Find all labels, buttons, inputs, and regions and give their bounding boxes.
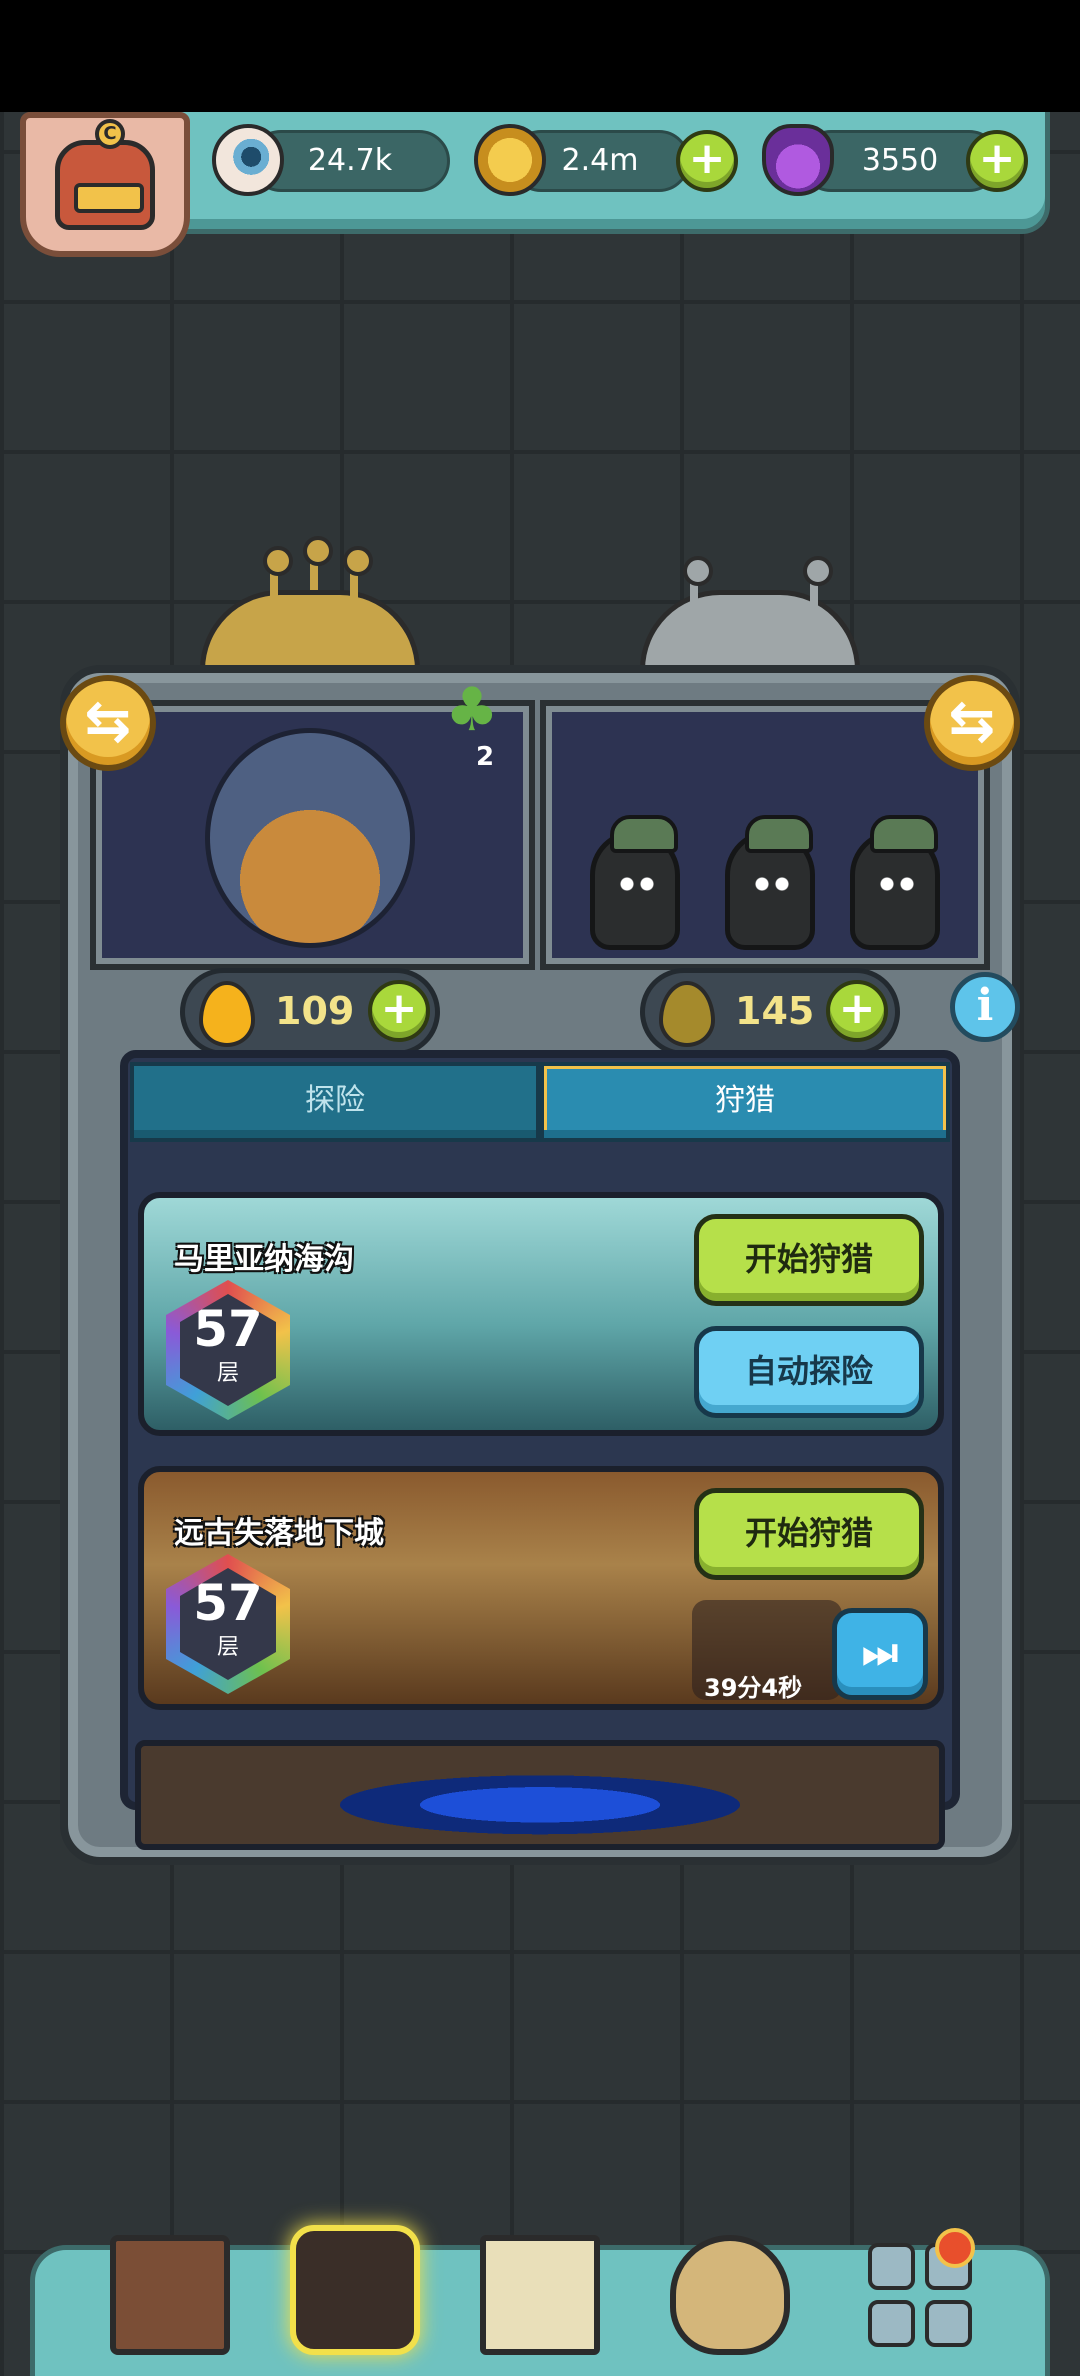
- energy-right-value: 145: [735, 989, 815, 1033]
- level-badge: 57 层: [166, 1280, 290, 1420]
- coin-icon: [474, 124, 546, 196]
- add-potions-button[interactable]: +: [966, 130, 1028, 192]
- info-button[interactable]: i: [950, 972, 1020, 1042]
- antenna: [683, 556, 713, 610]
- orange-drop-icon: [199, 981, 255, 1047]
- antenna: [343, 546, 373, 600]
- clover-icon: ♣: [445, 675, 499, 745]
- add-energy-right-button[interactable]: +: [826, 980, 888, 1042]
- energy-left-value: 109: [275, 989, 355, 1033]
- book-icon[interactable]: [480, 2235, 600, 2355]
- swap-pet-button[interactable]: ⇆: [60, 675, 156, 771]
- gold-dome: [200, 590, 420, 670]
- antenna: [803, 556, 833, 610]
- hunter-character[interactable]: [590, 815, 680, 950]
- hamster-pet-bubble[interactable]: [205, 728, 415, 948]
- eyeball-icon: [212, 124, 284, 196]
- clover-count: 2: [476, 742, 495, 772]
- money-bag-icon[interactable]: [670, 2235, 790, 2355]
- hunter-character[interactable]: [725, 815, 815, 950]
- dungeon-card-mariana[interactable]: 马里亚纳海沟 57 层 开始狩猎 自动探险: [138, 1192, 944, 1436]
- level-number: 57: [193, 1574, 263, 1632]
- status-bar: [0, 0, 1080, 112]
- auto-explore-button[interactable]: 自动探险: [694, 1326, 924, 1418]
- add-coins-button[interactable]: +: [676, 130, 738, 192]
- dungeon-name: 马里亚纳海沟: [174, 1242, 354, 1277]
- mode-tabs: 探险 狩猎: [130, 1062, 950, 1148]
- start-hunt-button[interactable]: 开始狩猎: [694, 1488, 924, 1580]
- building-icon[interactable]: [110, 2235, 230, 2355]
- tab-hunt[interactable]: 狩猎: [540, 1062, 950, 1142]
- portal-pit: [135, 1740, 945, 1850]
- antenna: [263, 546, 293, 600]
- swap-team-button[interactable]: ⇆: [924, 675, 1020, 771]
- level-badge: 57 层: [166, 1554, 290, 1694]
- skip-button[interactable]: ⏭: [832, 1608, 928, 1700]
- hunter-character[interactable]: [850, 815, 940, 950]
- notification-dot: [935, 2228, 975, 2268]
- start-hunt-button[interactable]: 开始狩猎: [694, 1214, 924, 1306]
- antenna: [303, 536, 333, 590]
- level-unit: 层: [216, 1635, 239, 1660]
- robot-avatar-icon: C: [55, 118, 155, 230]
- player-avatar[interactable]: C: [20, 112, 190, 257]
- tab-explore[interactable]: 探险: [130, 1062, 540, 1142]
- dungeon-card-ancient[interactable]: 远古失落地下城 57 层 开始狩猎 39分4秒 ⏭: [138, 1466, 944, 1710]
- avatar-letter: C: [95, 118, 125, 149]
- level-unit: 层: [216, 1361, 239, 1386]
- silver-dome: [640, 590, 860, 670]
- hunt-timer: 39分4秒: [704, 1674, 803, 1702]
- add-energy-left-button[interactable]: +: [368, 980, 430, 1042]
- level-number: 57: [193, 1300, 263, 1358]
- hunter-icon[interactable]: [290, 2225, 420, 2355]
- olive-drop-icon: [659, 981, 715, 1047]
- potion-icon: [762, 124, 834, 196]
- dungeon-name: 远古失落地下城: [174, 1516, 384, 1551]
